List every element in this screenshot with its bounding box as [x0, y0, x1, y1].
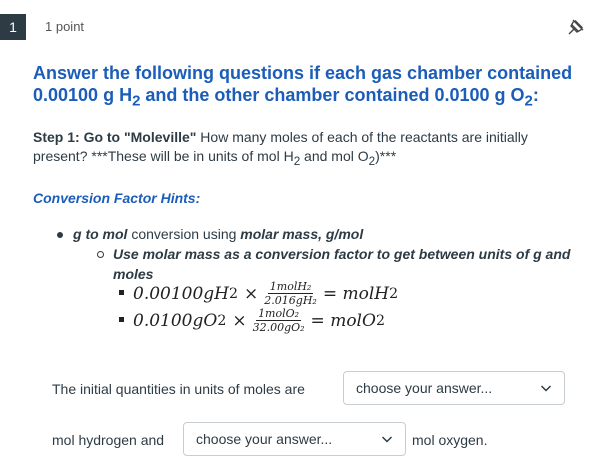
select-value: choose your answer...	[196, 431, 333, 447]
chevron-down-icon	[381, 436, 393, 443]
oxygen-moles-select[interactable]: choose your answer...	[183, 422, 406, 456]
hints-list: g to mol conversion using molar mass, g/…	[55, 224, 575, 284]
question-headline: Answer the following questions if each g…	[33, 63, 573, 110]
bullet-square-icon	[119, 317, 124, 322]
bullet-square-icon	[119, 290, 124, 295]
hint-sub-bullet: Use molar mass as a conversion factor to…	[95, 244, 575, 284]
equation-o2: 0.0100gO 2 × 1molO₂ 32.00gO₂ = molO 2	[119, 308, 385, 333]
step-instructions: Step 1: Go to "Moleville" How many moles…	[33, 129, 528, 168]
hints-title: Conversion Factor Hints:	[33, 190, 201, 206]
oxygen-unit-label: mol oxygen.	[412, 432, 488, 448]
equation-h2: 0.00100gH 2 × 1molH₂ 2.016gH₂ = molH 2	[119, 281, 398, 306]
hydrogen-moles-select[interactable]: choose your answer...	[343, 371, 565, 405]
points-label: 1 point	[45, 19, 85, 34]
hydrogen-unit-label: mol hydrogen and	[52, 432, 165, 448]
answer-prompt: The initial quantities in units of moles…	[52, 381, 305, 397]
pin-icon[interactable]	[566, 17, 586, 37]
chevron-down-icon	[540, 385, 552, 392]
select-value: choose your answer...	[356, 380, 493, 396]
hint-bullet: g to mol conversion using molar mass, g/…	[55, 224, 575, 244]
question-number: 1	[0, 14, 26, 40]
